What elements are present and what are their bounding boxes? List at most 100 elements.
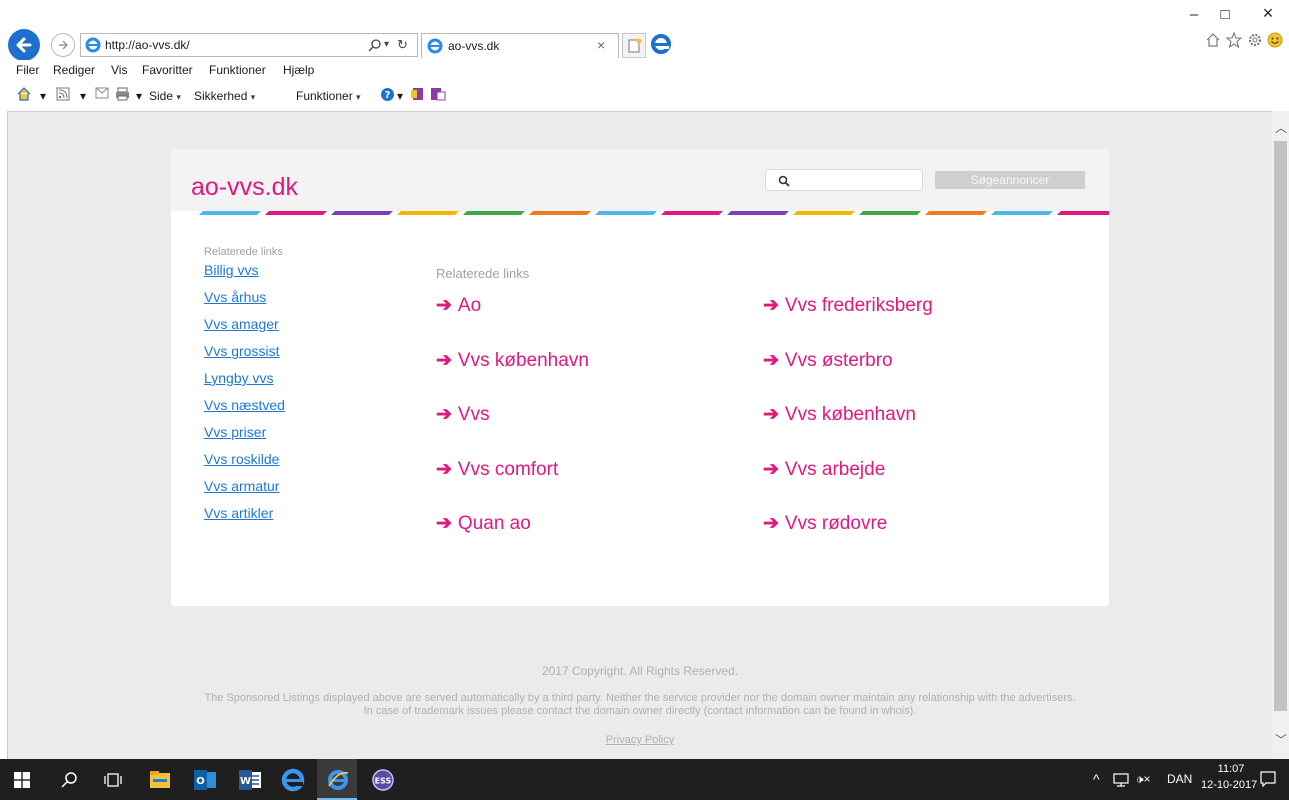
menu-funktioner[interactable]: Funktioner bbox=[209, 63, 266, 77]
clock-time[interactable]: 11:07 bbox=[1208, 763, 1254, 775]
arrow-right-icon: ➔ bbox=[763, 404, 779, 425]
scroll-up-icon[interactable]: ︿ bbox=[1275, 119, 1287, 136]
search-taskbar-icon[interactable] bbox=[60, 771, 78, 789]
url-text[interactable]: http://ao-vvs.dk/ bbox=[105, 38, 190, 52]
favorites-star-icon[interactable] bbox=[1226, 32, 1242, 48]
footer-sponsored-line-1: The Sponsored Listings displayed above a… bbox=[204, 692, 1076, 704]
main-link-vvs-frederiksberg[interactable]: ➔ Vvs frederiksberg bbox=[763, 294, 933, 317]
home-icon[interactable] bbox=[1205, 32, 1221, 48]
print-dropdown-icon[interactable]: ▾ bbox=[136, 89, 142, 103]
sidebar-link-vvs-arhus[interactable]: Vvs århus bbox=[204, 289, 266, 305]
color-stripe bbox=[199, 211, 1109, 215]
ie-taskbar-button[interactable] bbox=[317, 759, 357, 800]
action-center-icon[interactable] bbox=[1260, 771, 1276, 787]
search-ads-button[interactable]: Søgeannoncer bbox=[935, 171, 1085, 189]
stripe-segment bbox=[793, 211, 855, 215]
arrow-right-icon: ➔ bbox=[436, 404, 452, 425]
sidebar-link-vvs-grossist[interactable]: Vvs grossist bbox=[204, 343, 279, 359]
sidebar-link-vvs-priser[interactable]: Vvs priser bbox=[204, 424, 266, 440]
sidebar-link-vvs-amager[interactable]: Vvs amager bbox=[204, 316, 279, 332]
back-arrow-icon bbox=[16, 37, 32, 53]
windows-start-icon[interactable] bbox=[14, 772, 30, 788]
sidebar-link-lyngby-vvs[interactable]: Lyngby vvs bbox=[204, 370, 274, 386]
minimize-button[interactable]: – bbox=[1181, 6, 1207, 23]
scrollbar-thumb[interactable] bbox=[1274, 141, 1287, 711]
maximize-button[interactable]: □ bbox=[1212, 6, 1238, 23]
forward-button[interactable] bbox=[51, 33, 75, 57]
tab-close-icon[interactable]: × bbox=[597, 37, 605, 53]
sidebar-link-vvs-artikler[interactable]: Vvs artikler bbox=[204, 505, 273, 521]
arrow-right-icon: ➔ bbox=[436, 513, 452, 534]
network-icon[interactable] bbox=[1113, 772, 1129, 788]
ess-app-icon[interactable]: ESS bbox=[371, 768, 395, 792]
stripe-segment bbox=[1057, 211, 1109, 215]
main-link-vvs-rodovre[interactable]: ➔ Vvs rødovre bbox=[763, 512, 887, 535]
site-title[interactable]: ao-vvs.dk bbox=[191, 173, 298, 202]
new-tab-button[interactable] bbox=[622, 33, 646, 58]
home-dropdown-icon[interactable]: ▾ bbox=[40, 89, 46, 103]
print-icon[interactable] bbox=[115, 87, 130, 101]
main-link-vvs-kobenhavn[interactable]: ➔ Vvs københavn bbox=[436, 349, 589, 372]
funktioner-menu[interactable]: Funktioner ▾ bbox=[296, 89, 361, 103]
stripe-segment bbox=[661, 211, 723, 215]
content-card: ao-vvs.dk Søgeannoncer Relaterede links … bbox=[171, 149, 1109, 606]
feedback-smiley-icon[interactable] bbox=[1267, 32, 1283, 48]
settings-gear-icon[interactable] bbox=[1247, 32, 1263, 48]
menu-hjaelp[interactable]: Hjælp bbox=[283, 63, 314, 77]
menu-favoritter[interactable]: Favoritter bbox=[142, 63, 193, 77]
browser-titlebar: http://ao-vvs.dk/ ▾ ↻ ao-vvs.dk × – □ × bbox=[0, 0, 1289, 61]
search-dropdown-icon[interactable]: ▾ bbox=[384, 39, 389, 50]
word-icon[interactable]: W bbox=[238, 769, 262, 791]
sidebar-link-vvs-roskilde[interactable]: Vvs roskilde bbox=[204, 451, 279, 467]
mail-icon[interactable] bbox=[95, 87, 109, 99]
help-icon[interactable]: ? bbox=[380, 87, 395, 102]
stripe-segment bbox=[463, 211, 525, 215]
feeds-dropdown-icon[interactable]: ▾ bbox=[80, 89, 86, 103]
open-edge-button[interactable] bbox=[650, 33, 674, 58]
feeds-icon[interactable] bbox=[56, 87, 70, 101]
menu-vis[interactable]: Vis bbox=[111, 63, 127, 77]
send-to-onenote-icon[interactable] bbox=[430, 86, 446, 102]
file-explorer-icon[interactable] bbox=[149, 770, 171, 790]
search-icon[interactable] bbox=[368, 38, 382, 52]
sidebar-link-vvs-naestved[interactable]: Vvs næstved bbox=[204, 397, 285, 413]
tray-overflow-chevron-icon[interactable]: ^ bbox=[1093, 771, 1100, 787]
language-indicator[interactable]: DAN bbox=[1167, 772, 1192, 786]
tab-active[interactable]: ao-vvs.dk × bbox=[421, 33, 619, 58]
volume-muted-icon[interactable]: 🕩× bbox=[1136, 772, 1151, 787]
home-command-icon[interactable] bbox=[16, 86, 32, 102]
help-dropdown-icon[interactable]: ▾ bbox=[397, 89, 403, 103]
refresh-icon[interactable]: ↻ bbox=[397, 37, 408, 53]
ie-page-icon bbox=[85, 37, 101, 53]
main-link-vvs[interactable]: ➔ Vvs bbox=[436, 403, 490, 426]
main-link-vvs-kobenhavn-2[interactable]: ➔ Vvs københavn bbox=[763, 403, 916, 426]
privacy-policy-link[interactable]: Privacy Policy bbox=[8, 734, 1272, 746]
task-view-icon[interactable] bbox=[104, 772, 122, 788]
clock-date[interactable]: 12-10-2017 bbox=[1201, 779, 1257, 791]
search-input[interactable] bbox=[765, 169, 923, 191]
command-bar: ▾ ▾ ▾ Side ▾ Sikkerhed ▾ Funktioner ▾ ? … bbox=[0, 81, 1289, 111]
sikkerhed-menu[interactable]: Sikkerhed ▾ bbox=[194, 89, 255, 103]
main-link-ao[interactable]: ➔ Ao bbox=[436, 294, 481, 317]
main-link-label: Vvs rødovre bbox=[784, 513, 888, 534]
outlook-icon[interactable]: O bbox=[193, 769, 217, 791]
close-window-button[interactable]: × bbox=[1255, 3, 1281, 24]
viewport-left-edge bbox=[0, 111, 8, 759]
main-link-vvs-arbejde[interactable]: ➔ Vvs arbejde bbox=[763, 458, 885, 481]
menu-filer[interactable]: Filer bbox=[16, 63, 39, 77]
onenote-linked-notes-icon[interactable] bbox=[410, 86, 426, 102]
address-bar[interactable]: http://ao-vvs.dk/ ▾ ↻ bbox=[80, 33, 418, 57]
vertical-scrollbar[interactable]: ︿ ﹀ bbox=[1272, 111, 1289, 759]
sidebar-link-vvs-armatur[interactable]: Vvs armatur bbox=[204, 478, 279, 494]
back-button[interactable] bbox=[8, 29, 40, 61]
scroll-down-icon[interactable]: ﹀ bbox=[1275, 731, 1287, 748]
sidebar-link-billig-vvs[interactable]: Billig vvs bbox=[204, 262, 258, 278]
main-link-label: Vvs bbox=[457, 404, 490, 425]
svg-text:?: ? bbox=[385, 90, 391, 101]
edge-taskbar-icon[interactable] bbox=[281, 768, 305, 792]
main-link-vvs-comfort[interactable]: ➔ Vvs comfort bbox=[436, 458, 558, 481]
main-link-vvs-osterbro[interactable]: ➔ Vvs østerbro bbox=[763, 349, 893, 372]
side-menu[interactable]: Side ▾ bbox=[149, 89, 181, 103]
main-link-quan-ao[interactable]: ➔ Quan ao bbox=[436, 512, 531, 535]
menu-rediger[interactable]: Rediger bbox=[53, 63, 95, 77]
